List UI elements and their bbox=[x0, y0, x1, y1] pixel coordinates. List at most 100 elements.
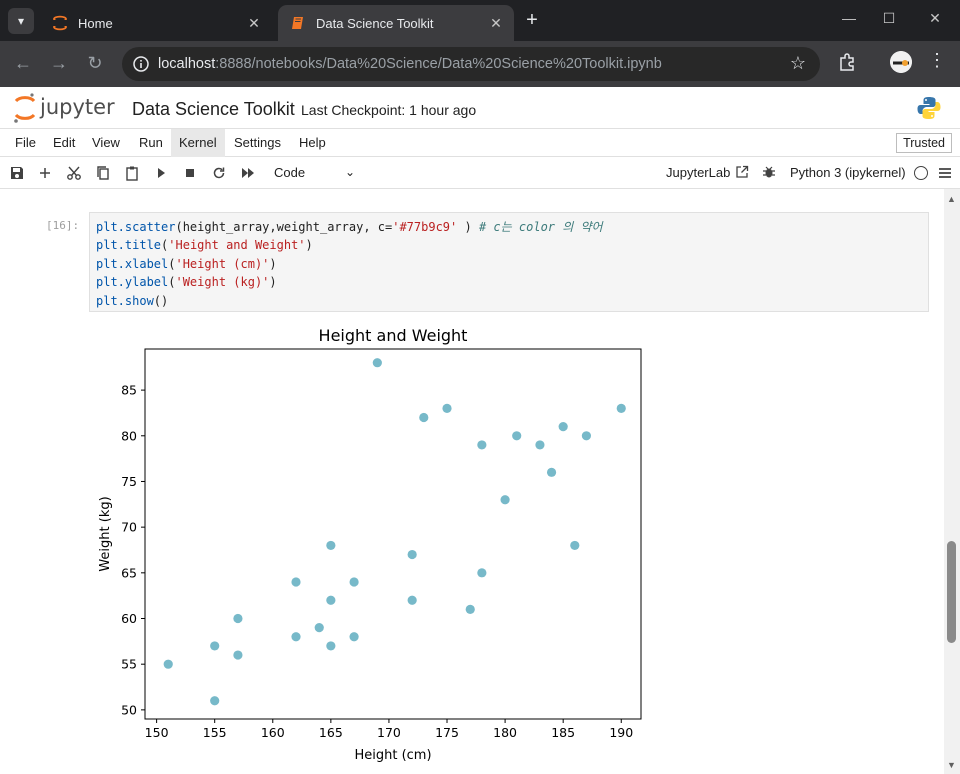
menu-kernel[interactable]: Kernel bbox=[171, 129, 225, 157]
scatter-point bbox=[581, 431, 592, 441]
scatter-point bbox=[570, 540, 580, 551]
new-tab-button[interactable]: + bbox=[520, 9, 544, 32]
code-cell-editor[interactable]: plt.scatter(height_array,weight_array, c… bbox=[89, 212, 929, 312]
menu-view[interactable]: View bbox=[84, 129, 128, 157]
y-tick-label: 85 bbox=[121, 383, 137, 398]
restart-icon[interactable] bbox=[211, 165, 227, 181]
minimize-icon[interactable]: — bbox=[834, 10, 864, 26]
scroll-down-arrow-icon[interactable]: ▼ bbox=[947, 760, 956, 770]
notebook-favicon-icon bbox=[292, 17, 303, 29]
scrollbar-thumb[interactable] bbox=[947, 541, 956, 643]
y-axis-label: Weight (kg) bbox=[98, 496, 113, 571]
jupyter-logo[interactable]: jupyter bbox=[12, 91, 122, 125]
menu-file[interactable]: File bbox=[7, 129, 44, 157]
scatter-point bbox=[326, 540, 336, 551]
scatter-chart: Height and Weight 150 155 160 165 170 175 180 1… bbox=[98, 326, 642, 763]
tab-home[interactable]: Home ✕ bbox=[40, 5, 272, 41]
maximize-icon[interactable]: ☐ bbox=[874, 10, 904, 27]
chevron-down-icon[interactable]: ⌄ bbox=[345, 165, 355, 179]
save-icon[interactable] bbox=[9, 165, 25, 181]
menu-hamburger-icon[interactable] bbox=[938, 166, 952, 180]
run-icon[interactable] bbox=[153, 165, 169, 181]
scatter-point bbox=[616, 403, 626, 413]
copy-icon[interactable] bbox=[95, 165, 111, 181]
notebook-title[interactable]: Data Science Toolkit bbox=[132, 99, 295, 120]
y-tick-label: 55 bbox=[121, 657, 137, 672]
x-tick-label: 180 bbox=[493, 725, 517, 740]
x-tick-label: 175 bbox=[435, 725, 459, 740]
scatter-point bbox=[465, 604, 475, 614]
x-tick-label: 150 bbox=[145, 725, 169, 740]
jupyter-header: jupyter Data Science Toolkit Last Checkp… bbox=[0, 87, 960, 129]
cut-icon[interactable] bbox=[66, 165, 82, 181]
y-tick-label: 80 bbox=[121, 428, 137, 443]
x-tick-label: 155 bbox=[203, 725, 227, 740]
debugger-bug-icon[interactable] bbox=[762, 165, 776, 179]
y-tick-label: 50 bbox=[121, 702, 137, 717]
browser-toolbar: ← → ↻ localhost:8888/notebooks/Data%20Sc… bbox=[0, 41, 960, 87]
scatter-point bbox=[233, 650, 243, 660]
close-tab-icon[interactable]: ✕ bbox=[484, 15, 508, 32]
scatter-point bbox=[419, 412, 429, 423]
browser-tab-bar: ▾ Home ✕ Data Science Toolkit ✕ + — ☐ ✕ bbox=[0, 0, 960, 41]
scatter-point bbox=[314, 623, 324, 633]
add-cell-icon[interactable] bbox=[37, 165, 53, 181]
restart-run-all-icon[interactable] bbox=[240, 165, 256, 181]
python-logo-icon bbox=[917, 97, 941, 119]
scatter-point bbox=[163, 659, 173, 669]
reload-icon[interactable]: ↻ bbox=[83, 53, 107, 73]
stop-icon[interactable] bbox=[182, 165, 198, 181]
close-window-icon[interactable]: ✕ bbox=[920, 10, 950, 27]
code-line-2: plt.title('Height and Weight') bbox=[96, 238, 313, 253]
forward-icon[interactable]: → bbox=[47, 53, 71, 73]
scatter-point bbox=[512, 431, 522, 441]
scatter-point bbox=[442, 403, 452, 413]
address-bar[interactable]: localhost:8888/notebooks/Data%20Science/… bbox=[122, 47, 820, 81]
scatter-point bbox=[349, 632, 359, 642]
tab-search-button[interactable]: ▾ bbox=[8, 8, 34, 34]
notebook-scrollbar[interactable]: ▲ ▼ bbox=[944, 189, 960, 774]
x-tick-label: 160 bbox=[261, 725, 285, 740]
y-tick-label: 75 bbox=[121, 474, 137, 489]
paste-icon[interactable] bbox=[124, 165, 140, 181]
code-line-4: plt.ylabel('Weight (kg)') bbox=[96, 275, 277, 290]
back-icon[interactable]: ← bbox=[11, 53, 35, 73]
scatter-point bbox=[372, 358, 382, 368]
site-info-icon[interactable] bbox=[132, 55, 150, 73]
scatter-point bbox=[326, 641, 336, 651]
external-link-icon[interactable] bbox=[735, 165, 749, 179]
scatter-point bbox=[326, 595, 336, 605]
bookmark-star-icon[interactable]: ☆ bbox=[790, 53, 806, 74]
trusted-badge[interactable]: Trusted bbox=[896, 133, 952, 153]
browser-menu-icon[interactable]: ⋮ bbox=[928, 50, 946, 71]
profile-avatar[interactable] bbox=[890, 51, 912, 73]
y-tick-label: 60 bbox=[121, 611, 137, 626]
scatter-point bbox=[477, 568, 487, 578]
menu-edit[interactable]: Edit bbox=[45, 129, 83, 157]
menu-help[interactable]: Help bbox=[291, 129, 334, 157]
notebook-toolbar: Code ⌄ JupyterLab Python 3 (ipykernel) bbox=[0, 157, 960, 189]
close-tab-icon[interactable]: ✕ bbox=[242, 15, 266, 32]
y-tick-label: 65 bbox=[121, 565, 137, 580]
scatter-point bbox=[233, 613, 243, 624]
y-tick-label: 70 bbox=[121, 520, 137, 535]
extensions-icon[interactable] bbox=[836, 51, 858, 73]
kernel-name[interactable]: Python 3 (ipykernel) bbox=[790, 165, 906, 180]
scatter-point bbox=[546, 467, 557, 477]
x-tick-label: 170 bbox=[377, 725, 401, 740]
code-line-5: plt.show() bbox=[96, 293, 169, 308]
menu-settings[interactable]: Settings bbox=[226, 129, 289, 157]
chart-title: Height and Weight bbox=[319, 326, 468, 345]
scatter-point bbox=[535, 440, 545, 450]
plot-area bbox=[144, 348, 642, 720]
tab-label: Home bbox=[78, 15, 113, 31]
open-jupyterlab-link[interactable]: JupyterLab bbox=[666, 165, 730, 180]
cell-type-select[interactable]: Code bbox=[274, 165, 305, 180]
code-line-3: plt.xlabel('Height (cm)') bbox=[96, 256, 277, 271]
menu-run[interactable]: Run bbox=[131, 129, 171, 157]
scroll-up-arrow-icon[interactable]: ▲ bbox=[947, 194, 956, 204]
cell-prompt: [16]: bbox=[46, 219, 80, 232]
url-text: localhost:8888/notebooks/Data%20Science/… bbox=[158, 56, 662, 72]
tab-notebook[interactable]: Data Science Toolkit ✕ bbox=[278, 5, 514, 41]
jupyter-favicon-icon bbox=[52, 15, 68, 31]
